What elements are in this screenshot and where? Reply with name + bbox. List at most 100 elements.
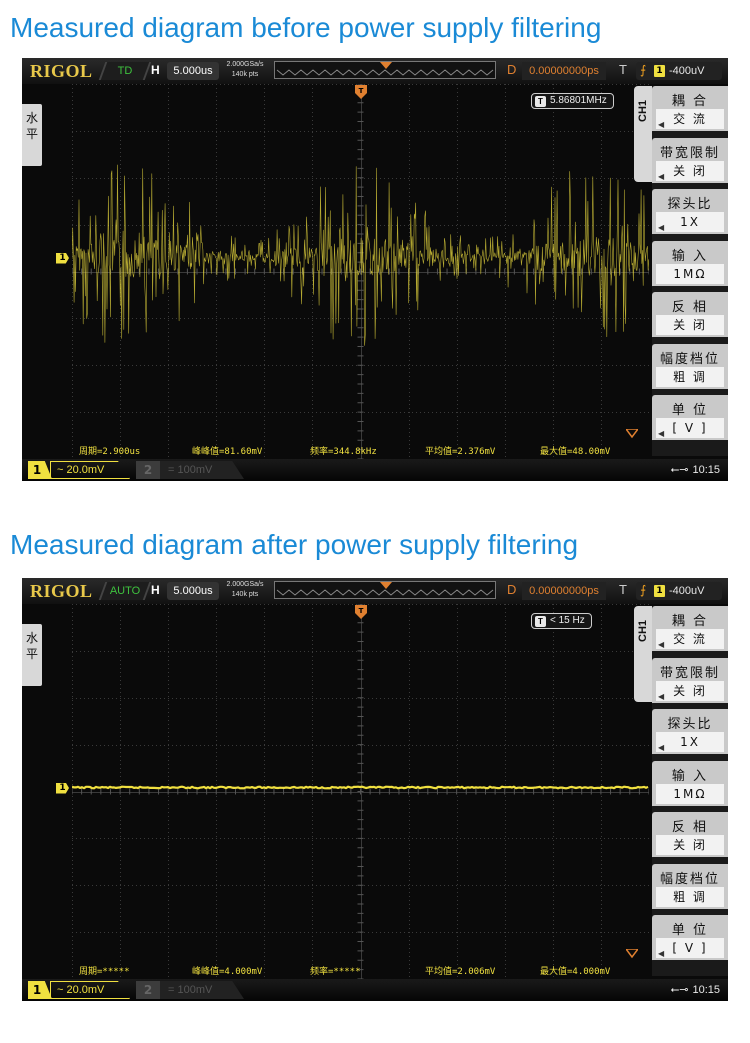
trigger-level: -400uV (669, 585, 705, 597)
menu-item-value[interactable]: 关 闭 ◀ (656, 160, 724, 181)
svg-text:T: T (358, 87, 363, 95)
menu-item-value[interactable]: 1X ◀ (656, 212, 724, 232)
trigger-label: T (619, 62, 627, 77)
trigger-label: T (619, 582, 627, 597)
horizontal-delay-value[interactable]: 0.00000000ps (522, 62, 606, 80)
menu-item-value[interactable]: 关 闭 ◀ (656, 680, 724, 701)
run-mode-label: TD (117, 65, 133, 77)
trigger-level-arrow-icon (626, 949, 638, 959)
trigger-source-chip: 1 (654, 65, 665, 77)
menu-item-label: 输 入 (671, 248, 709, 264)
menu-item-value[interactable]: 关 闭 (656, 315, 724, 335)
measure-period: 周期=***** (79, 967, 130, 977)
menu-item-value[interactable]: 粗 调 (656, 886, 724, 907)
trigger-level: -400uV (669, 65, 705, 77)
horizontal-delay-value[interactable]: 0.00000000ps (522, 582, 606, 600)
menu-item-3[interactable]: 输 入 1MΩ (652, 760, 728, 809)
status-clock: ⭠⊸ 10:15 (670, 463, 720, 477)
memory-waveform-overview (276, 582, 494, 596)
ch2-scale[interactable]: = 100mV (160, 981, 244, 999)
scope-before: RIGOL TD H 5.000us 2.000GSa/s 140k pts D… (22, 58, 728, 481)
menu-item-value[interactable]: 1MΩ (656, 263, 724, 284)
menu-item-5[interactable]: 幅度档位粗 调 (652, 343, 728, 392)
measure-average: 平均值=2.006mV (425, 967, 496, 977)
measure-vpp: 峰峰值=4.000mV (192, 967, 263, 977)
trigger-position-marker (380, 582, 392, 589)
menu-item-value[interactable]: 交 流 ◀ (656, 629, 724, 649)
channel-menu: CH1 耦 合交 流 ◀ 带宽限制关 闭 ◀ 探头比 1X ◀ 输 入 1MΩ 反 相关 闭幅度档… (634, 86, 728, 456)
waveform-display (72, 84, 649, 459)
trigger-source-chip: 1 (654, 585, 665, 597)
menu-item-5[interactable]: 幅度档位粗 调 (652, 863, 728, 912)
run-mode-indicator[interactable]: AUTO (98, 582, 152, 600)
menu-item-0[interactable]: 耦 合交 流 ◀ (652, 606, 728, 654)
menu-item-value[interactable]: 粗 调 (656, 366, 724, 387)
run-mode-indicator[interactable]: TD (98, 62, 152, 80)
horizontal-side-tab[interactable]: 水平 (22, 624, 42, 686)
ch1-menu-tab[interactable]: CH1 (634, 86, 652, 182)
menu-item-4[interactable]: 反 相关 闭 (652, 812, 728, 860)
ch1-ground-marker[interactable]: 1 (56, 252, 69, 264)
menu-item-label: 探头比 (667, 197, 713, 212)
delay-label: D (507, 582, 517, 597)
menu-item-6[interactable]: 单 位[ V ] ◀ (652, 915, 728, 963)
menu-item-label: 反 相 (671, 820, 709, 835)
menu-item-value[interactable]: 关 闭 (656, 835, 724, 855)
heading-after: Measured diagram after power supply filt… (10, 529, 579, 560)
menu-item-value[interactable]: 交 流 ◀ (656, 109, 724, 129)
svg-text:T: T (358, 607, 363, 615)
menu-item-0[interactable]: 耦 合交 流 ◀ (652, 86, 728, 134)
ch2-button[interactable]: 2 (136, 461, 160, 479)
menu-item-label: 输 入 (671, 768, 709, 784)
ch1-button[interactable]: 1 (28, 461, 52, 479)
menu-item-label: 耦 合 (671, 94, 709, 109)
menu-item-1[interactable]: 带宽限制关 闭 ◀ (652, 137, 728, 186)
menu-item-value[interactable]: 1MΩ (656, 783, 724, 804)
measure-vpp: 峰峰值=81.60mV (192, 447, 263, 457)
ch1-ground-marker[interactable]: 1 (56, 782, 69, 794)
bottom-channel-bar: 1 ~ 20.0mV 2 = 100mV ⭠⊸ 10:15 (22, 979, 728, 1001)
menu-item-value[interactable]: [ V ] ◀ (656, 418, 724, 438)
menu-item-4[interactable]: 反 相关 闭 (652, 292, 728, 340)
horizontal-side-tab[interactable]: 水平 (22, 104, 42, 166)
menu-item-label: 探头比 (667, 717, 713, 732)
clock-time: 10:15 (692, 984, 720, 996)
ch1-button[interactable]: 1 (28, 981, 52, 999)
trigger-settings[interactable]: ⨍ 1 -400uV (636, 582, 722, 600)
ch1-menu-tab-label: CH1 (637, 99, 649, 122)
heading-before: Measured diagram before power supply fil… (10, 12, 602, 43)
ch1-menu-tab[interactable]: CH1 (634, 606, 652, 702)
counter-value: < 15 Hz (550, 615, 585, 626)
trigger-settings[interactable]: ⨍ 1 -400uV (636, 62, 722, 80)
timebase-value[interactable]: 5.000us (167, 582, 219, 600)
rigol-logo: RIGOL (30, 61, 93, 81)
counter-icon: T (535, 616, 546, 627)
rising-edge-icon: ⨍ (640, 63, 647, 77)
sample-rate-info: 2.000GSa/s 140k pts (222, 60, 268, 80)
ch1-scale[interactable]: ~ 20.0mV (50, 461, 130, 479)
trigger-position-marker (380, 62, 392, 69)
waveform-display (72, 604, 649, 979)
menu-item-label: 耦 合 (671, 614, 709, 629)
ch1-scale[interactable]: ~ 20.0mV (50, 981, 130, 999)
menu-item-1[interactable]: 带宽限制关 闭 ◀ (652, 657, 728, 706)
measure-frequency: 频率=***** (310, 967, 361, 977)
measure-average: 平均值=2.376mV (425, 447, 496, 457)
menu-item-6[interactable]: 单 位[ V ] ◀ (652, 395, 728, 443)
timebase-value[interactable]: 5.000us (167, 62, 219, 80)
ch2-scale[interactable]: = 100mV (160, 461, 244, 479)
menu-item-2[interactable]: 探头比 1X ◀ (652, 709, 728, 757)
run-mode-label: AUTO (109, 585, 141, 597)
menu-item-label: 单 位 (671, 923, 709, 938)
menu-item-value[interactable]: [ V ] ◀ (656, 938, 724, 958)
usb-icon: ⭠⊸ (670, 984, 689, 996)
menu-item-2[interactable]: 探头比 1X ◀ (652, 189, 728, 237)
menu-left-arrow-icon: ◀ (658, 691, 667, 701)
menu-item-3[interactable]: 输 入 1MΩ (652, 240, 728, 289)
measure-period: 周期=2.900us (79, 447, 141, 457)
ch2-button[interactable]: 2 (136, 981, 160, 999)
menu-item-label: 单 位 (671, 403, 709, 418)
menu-item-value[interactable]: 1X ◀ (656, 732, 724, 752)
horizontal-label: H (151, 63, 160, 77)
waveform-grid (72, 604, 649, 979)
